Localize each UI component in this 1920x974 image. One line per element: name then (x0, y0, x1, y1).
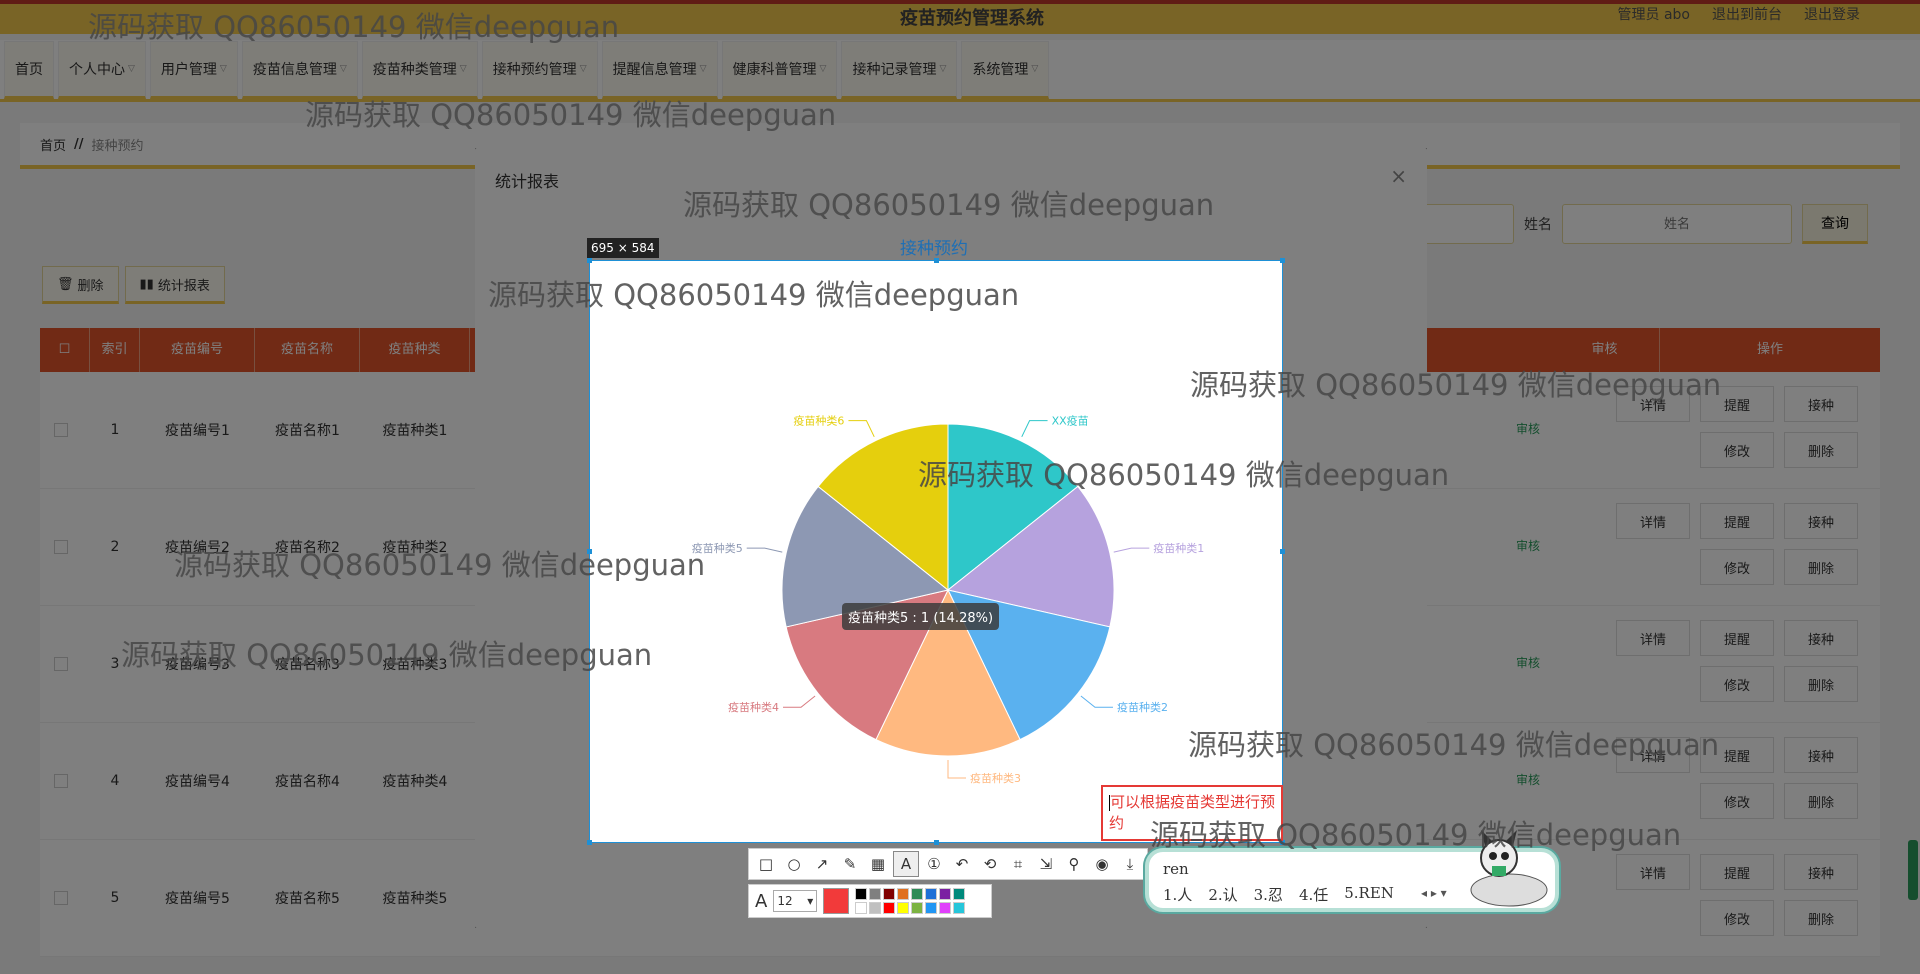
label-line (783, 695, 816, 708)
slice-label: 疫苗种类1 (1153, 541, 1204, 555)
capture-size-label: 695 × 584 (587, 238, 659, 258)
color-swatch[interactable] (911, 902, 924, 914)
pin-icon[interactable]: ⚲ (1061, 851, 1087, 877)
annotation-toolbar: □ ○ ↗ ✎ ▦ A ① ↶ ⟲ ⌗ ⇲ ⚲ ◉ ⤓ (748, 848, 1148, 880)
font-size-value: 12 (777, 894, 793, 908)
color-swatch[interactable] (897, 888, 910, 900)
arrow-icon[interactable]: ↗ (809, 851, 835, 877)
text-style-toolbar: A 12 ▾ (748, 884, 992, 918)
ime-candidate-window: ren 1.人 2.认 3.忍 4.任 5.REN ◂ ▸ ▾ (1145, 830, 1559, 912)
annotation-text: 可以根据疫苗类型进行预约 (1109, 793, 1276, 832)
color-swatch[interactable] (869, 902, 882, 914)
ocr-icon[interactable]: ⌗ (1005, 851, 1031, 877)
color-swatch[interactable] (855, 888, 868, 900)
label-line (947, 760, 966, 779)
label-line (746, 547, 783, 553)
slice-label: 疫苗种类4 (728, 700, 779, 714)
chevron-down-icon: ▾ (807, 894, 814, 908)
label-line (1080, 695, 1113, 708)
mosaic-icon[interactable]: ▦ (865, 851, 891, 877)
slice-label: 疫苗种类3 (970, 771, 1021, 785)
pen-icon[interactable]: ✎ (837, 851, 863, 877)
record-icon[interactable]: ◉ (1089, 851, 1115, 877)
chart-title: 接种预约 (900, 239, 968, 259)
font-icon: A (755, 890, 768, 912)
ime-page-arrows[interactable]: ◂ ▸ ▾ (1421, 886, 1447, 900)
color-swatch[interactable] (869, 888, 882, 900)
color-swatch[interactable] (925, 902, 938, 914)
label-line (1021, 420, 1048, 438)
ime-candidate[interactable]: 5.REN (1344, 884, 1394, 905)
ime-candidates: 1.人 2.认 3.忍 4.任 5.REN (1163, 884, 1394, 905)
color-swatch[interactable] (953, 888, 966, 900)
pie-chart: XX疫苗疫苗种类1 疫苗种类2 疫苗种类3 疫苗种类4 疫苗种类5 疫苗种类6 (692, 414, 1205, 785)
color-swatch[interactable] (897, 902, 910, 914)
text-icon[interactable]: A (893, 851, 919, 877)
text-annotation[interactable]: 可以根据疫苗类型进行预约 (1101, 785, 1283, 841)
slice-label: 疫苗种类6 (793, 414, 844, 428)
slice-label: 疫苗种类2 (1117, 700, 1168, 714)
label-line (848, 420, 875, 438)
scroll-capture-icon[interactable]: ⇲ (1033, 851, 1059, 877)
ime-pinyin: ren (1163, 860, 1189, 878)
number-icon[interactable]: ① (921, 851, 947, 877)
color-swatch[interactable] (939, 888, 952, 900)
color-swatch[interactable] (883, 902, 896, 914)
ime-candidate[interactable]: 4.任 (1299, 884, 1328, 905)
ellipse-icon[interactable]: ○ (781, 851, 807, 877)
save-icon[interactable]: ⤓ (1117, 851, 1143, 877)
color-swatch[interactable] (911, 888, 924, 900)
color-swatch[interactable] (855, 902, 868, 914)
rectangle-icon[interactable]: □ (753, 851, 779, 877)
undo-icon[interactable]: ↶ (949, 851, 975, 877)
ime-candidate[interactable]: 2.认 (1208, 884, 1237, 905)
color-swatch[interactable] (939, 902, 952, 914)
color-swatch[interactable] (925, 888, 938, 900)
font-size-select[interactable]: 12 ▾ (773, 890, 818, 912)
label-line (1113, 547, 1150, 553)
slice-label: 疫苗种类5 (692, 541, 743, 555)
color-swatch[interactable] (953, 902, 966, 914)
ime-mascot-icon (1470, 830, 1548, 907)
slice-label: XX疫苗 (1052, 414, 1089, 428)
chart-tooltip: 疫苗种类5 : 1 (14.28%) (842, 603, 1000, 630)
color-palette (855, 888, 966, 914)
ime-candidate[interactable]: 3.忍 (1254, 884, 1283, 905)
redo-icon[interactable]: ⟲ (977, 851, 1003, 877)
current-color-swatch[interactable] (823, 888, 850, 914)
color-swatch[interactable] (883, 888, 896, 900)
ime-candidate[interactable]: 1.人 (1163, 884, 1192, 905)
